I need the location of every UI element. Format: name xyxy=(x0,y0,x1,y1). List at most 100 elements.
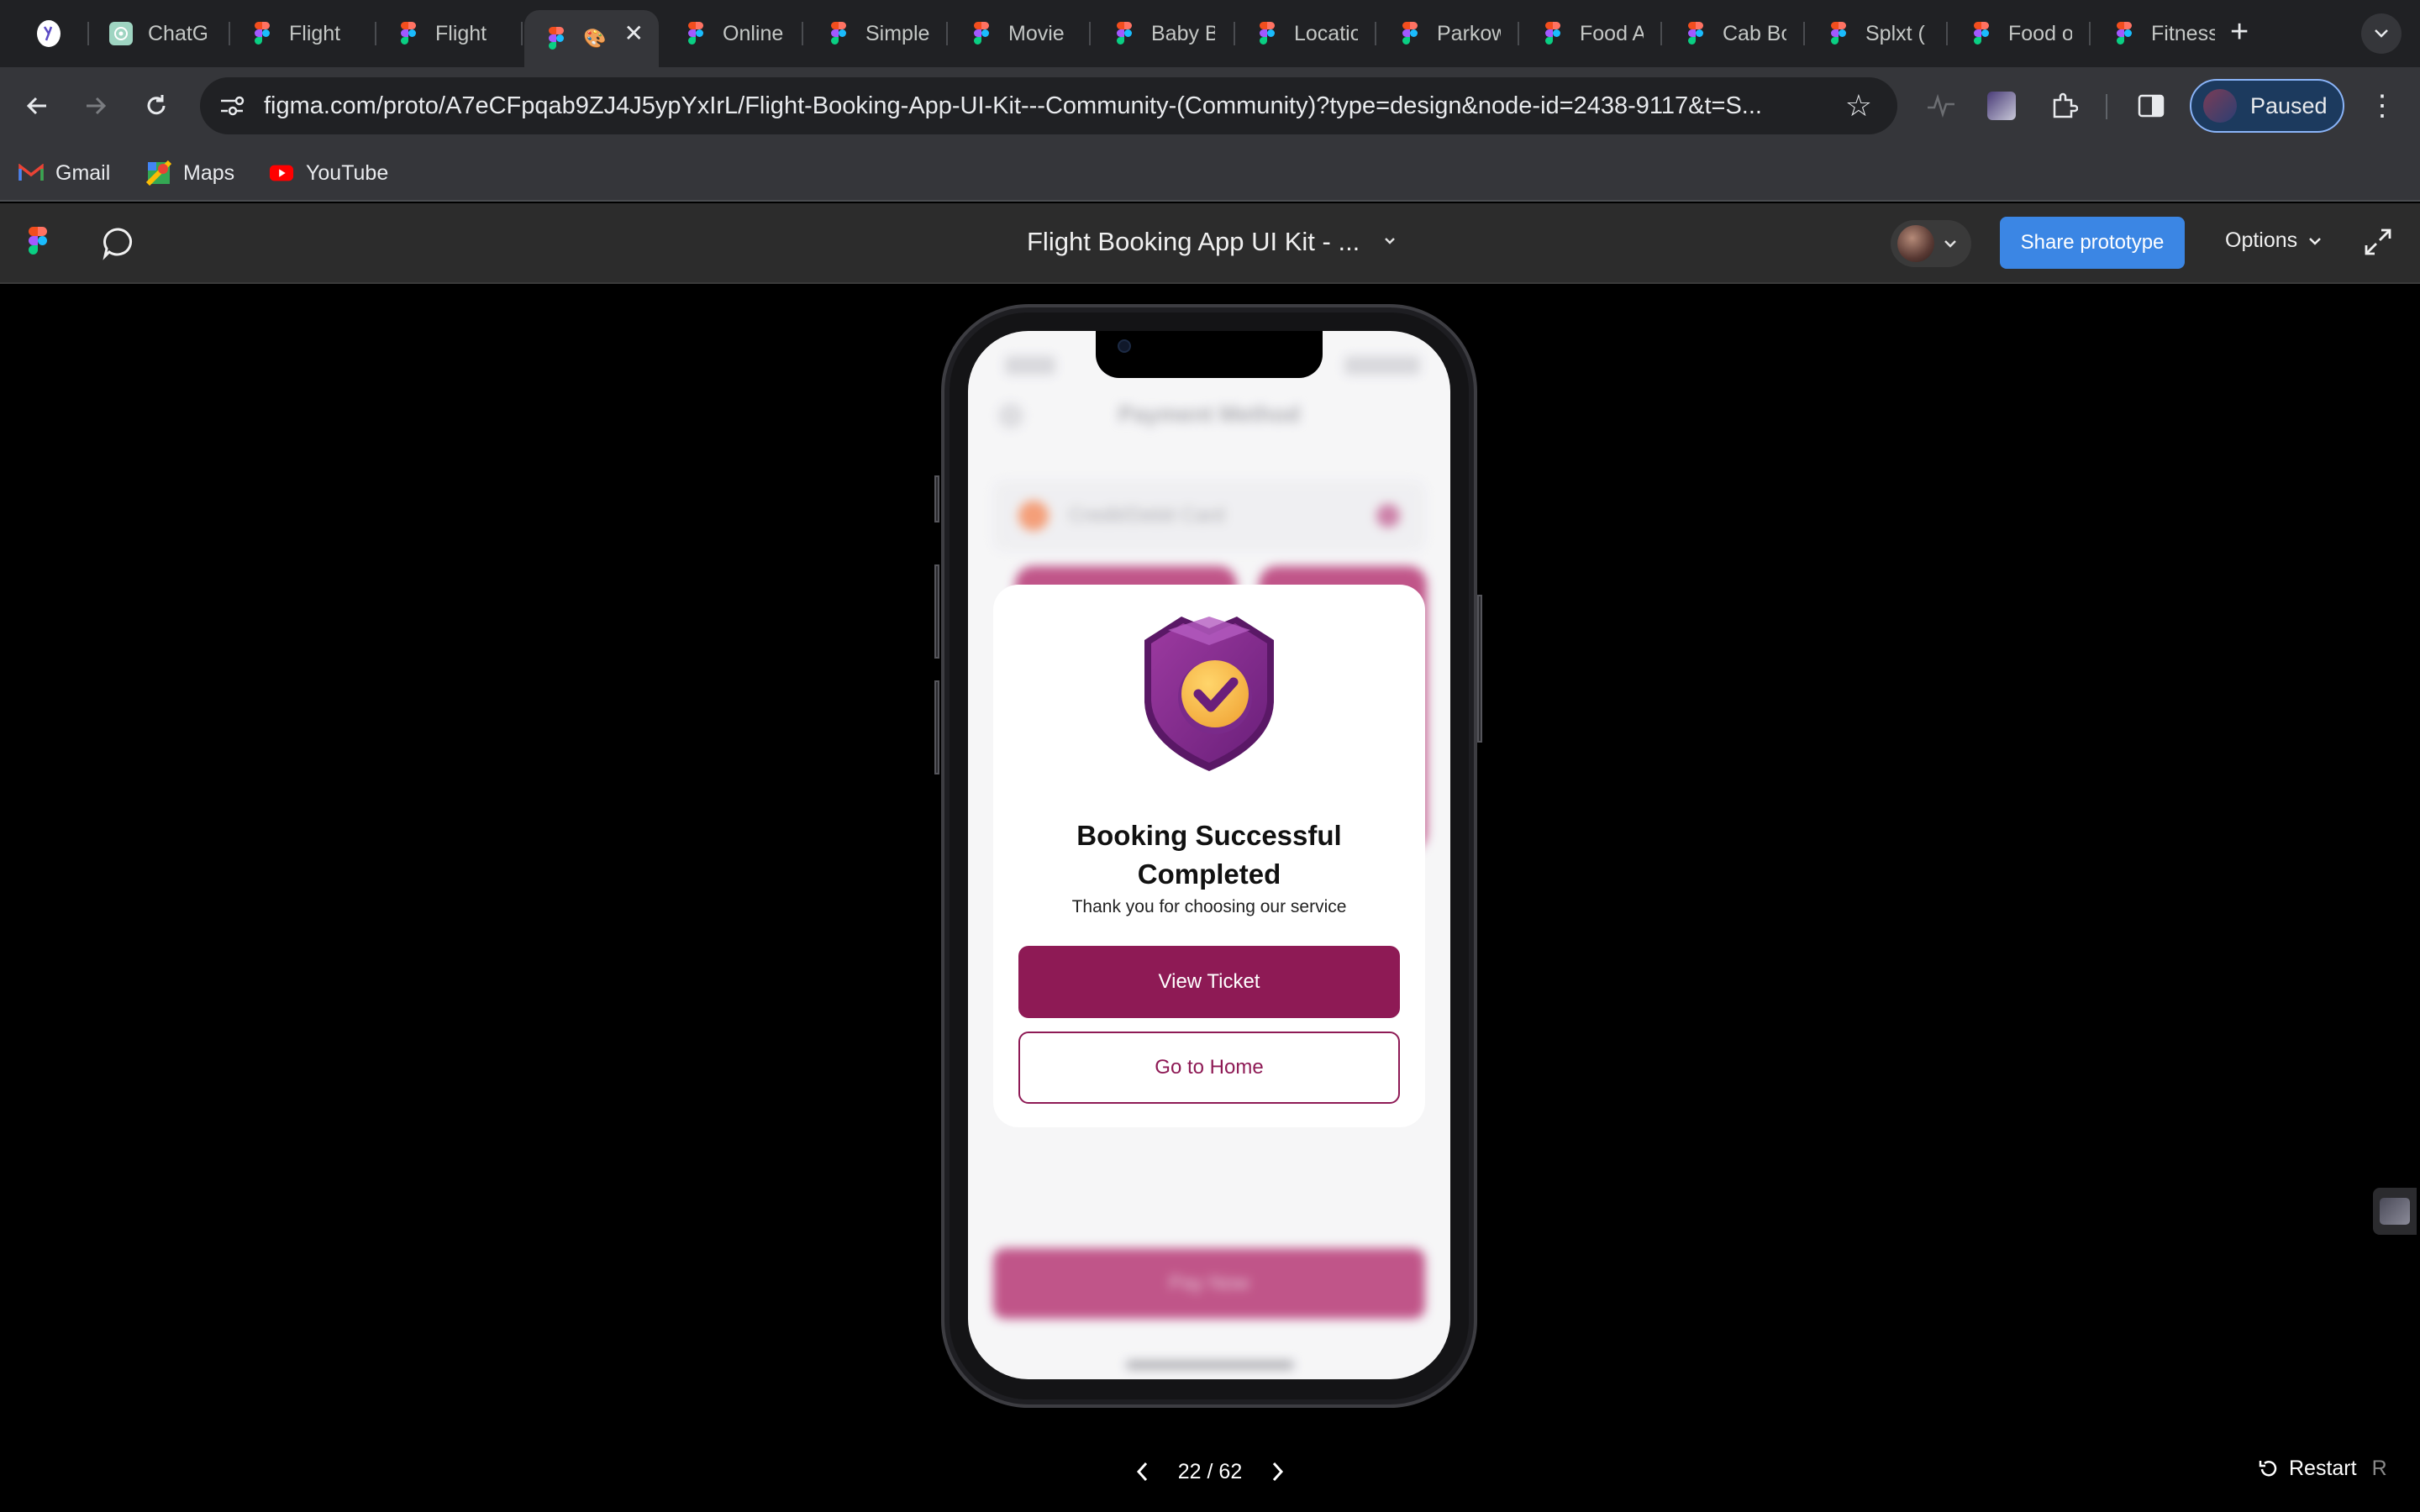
tab-figma[interactable]: Food o xyxy=(1949,12,2091,55)
tab-label: Parkow xyxy=(1437,21,1501,45)
dialog-subtitle: Thank you for choosing our service xyxy=(1071,897,1347,916)
tab-figma[interactable]: Food A xyxy=(1521,12,1662,55)
tab-figma[interactable]: Locatio xyxy=(1235,12,1376,55)
phone-power-button xyxy=(1477,595,1482,743)
bookmark-star-icon[interactable]: ☆ xyxy=(1845,89,1872,123)
bookmark-label: YouTube xyxy=(306,160,389,185)
figma-icon xyxy=(1255,22,1279,45)
share-prototype-button[interactable]: Share prototype xyxy=(2000,217,2185,269)
reload-icon[interactable] xyxy=(136,86,176,126)
figma-icon xyxy=(2112,22,2136,45)
restart-shortcut: R xyxy=(2371,1457,2387,1480)
browser-toolbar: figma.com/proto/A7eCFpqab9ZJ4J5ypYxIrL/F… xyxy=(0,67,2420,144)
bookmark-label: Maps xyxy=(183,160,235,185)
figma-logo-icon[interactable] xyxy=(29,227,47,255)
figma-icon xyxy=(397,22,420,45)
tab-figma[interactable]: Parkow xyxy=(1378,12,1519,55)
tab-label: ChatGPT xyxy=(148,21,207,45)
more-menu-icon[interactable]: ⋮ xyxy=(2368,89,2396,123)
page-counter: 22 / 62 xyxy=(1177,1459,1243,1483)
bookmark-youtube[interactable]: YouTube xyxy=(269,156,388,190)
bookmarks-bar: Gmail Maps YouTube xyxy=(0,144,2420,202)
fullscreen-icon[interactable] xyxy=(2363,227,2393,261)
side-panel-icon[interactable] xyxy=(2131,86,2171,126)
tab-figma[interactable]: Fitness xyxy=(2092,12,2218,55)
go-to-home-button[interactable]: Go to Home xyxy=(1018,1032,1400,1104)
bookmark-maps[interactable]: Maps xyxy=(146,156,234,190)
options-label: Options xyxy=(2225,228,2298,252)
screen-root: ChatGPT Flight B Flight B 🎨 ✕ Online Sim… xyxy=(0,0,2420,1512)
side-extension-widget[interactable] xyxy=(2373,1188,2417,1235)
phone-mute-switch xyxy=(934,475,939,522)
figma-icon xyxy=(1398,22,1422,45)
figma-icon xyxy=(970,22,993,45)
figma-icon xyxy=(684,22,708,45)
figma-icon xyxy=(1970,22,1993,45)
youtube-icon xyxy=(269,160,294,186)
site-settings-icon[interactable] xyxy=(215,89,249,123)
profile-status: Paused xyxy=(2250,92,2328,118)
tab-figma[interactable]: Simple xyxy=(807,12,948,55)
extension-app-icon[interactable] xyxy=(1981,86,2022,126)
tab-figma[interactable]: Baby B xyxy=(1092,12,1235,55)
figma-icon xyxy=(1541,22,1565,45)
address-bar[interactable]: figma.com/proto/A7eCFpqab9ZJ4J5ypYxIrL/F… xyxy=(200,77,1897,134)
figma-icon xyxy=(1113,22,1136,45)
restart-label: Restart xyxy=(2289,1457,2357,1480)
tab-label: Food A xyxy=(1580,21,1644,45)
figma-icon xyxy=(250,22,274,45)
tab-label: Fitness xyxy=(2151,21,2215,45)
tab-label: Baby B xyxy=(1151,21,1215,45)
tab-figma[interactable]: Splxt ( xyxy=(1807,12,1948,55)
tab-label: Flight B xyxy=(289,21,348,45)
chevron-down-icon[interactable] xyxy=(1381,228,1398,258)
close-icon[interactable]: ✕ xyxy=(624,22,644,45)
dialog-title-line-2: Completed xyxy=(1137,858,1281,890)
new-tab-icon[interactable]: + xyxy=(2230,15,2249,49)
file-title[interactable]: Flight Booking App UI Kit - ... xyxy=(1027,227,1360,257)
tab-label: Splxt ( xyxy=(1865,21,1925,45)
tab-figma[interactable]: Movie xyxy=(950,12,1091,55)
tab-search-icon[interactable] xyxy=(2361,13,2402,54)
maps-icon xyxy=(146,160,171,186)
phone-volume-down xyxy=(934,680,939,774)
phone-volume-up xyxy=(934,564,939,659)
tab-label: Online xyxy=(723,21,784,45)
pulse-extension-icon[interactable] xyxy=(1921,86,1961,126)
viewer-avatar-menu[interactable] xyxy=(1891,220,1971,267)
tab-figma-active[interactable]: 🎨 ✕ xyxy=(524,10,659,67)
view-ticket-button[interactable]: View Ticket xyxy=(1018,946,1400,1018)
figma-icon xyxy=(1827,22,1850,45)
profile-button[interactable]: Paused xyxy=(2190,79,2344,133)
next-frame-icon[interactable] xyxy=(1260,1455,1294,1488)
extensions-puzzle-icon[interactable] xyxy=(2044,86,2084,126)
previous-frame-icon[interactable] xyxy=(1126,1455,1160,1488)
tab-label: Flight B xyxy=(435,21,494,45)
restart-button[interactable]: Restart R xyxy=(2257,1457,2387,1481)
frame-pager: 22 / 62 xyxy=(1126,1452,1294,1492)
tab-figma[interactable]: Flight B xyxy=(376,12,523,55)
dialog-title-line-1: Booking Successful xyxy=(1076,820,1342,851)
browser-tab-strip: ChatGPT Flight B Flight B 🎨 ✕ Online Sim… xyxy=(0,0,2420,67)
tab-app[interactable] xyxy=(18,12,89,55)
bookmark-label: Gmail xyxy=(55,160,111,185)
comment-icon[interactable] xyxy=(101,225,136,265)
figma-icon xyxy=(1684,22,1707,45)
phone-screen: Payment Method Credit/Debit Card Pay Now xyxy=(968,331,1450,1379)
phone-notch xyxy=(1096,331,1323,378)
forward-icon[interactable] xyxy=(76,86,116,126)
restart-icon xyxy=(2259,1460,2277,1477)
options-menu[interactable]: Options xyxy=(2225,228,2323,253)
chatgpt-icon xyxy=(109,22,133,45)
bookmark-gmail[interactable]: Gmail xyxy=(18,156,110,190)
chevron-down-icon xyxy=(2309,237,2322,245)
tab-figma[interactable]: Flight B xyxy=(230,12,376,55)
tab-chatgpt[interactable]: ChatGPT xyxy=(89,12,230,55)
tab-figma[interactable]: Cab Bo xyxy=(1664,12,1805,55)
figma-icon xyxy=(544,27,568,50)
tab-figma[interactable]: Online xyxy=(664,12,803,55)
tab-label: Cab Bo xyxy=(1723,21,1786,45)
gmail-icon xyxy=(18,160,44,186)
tab-label: Movie xyxy=(1008,21,1065,45)
back-icon[interactable] xyxy=(17,86,57,126)
